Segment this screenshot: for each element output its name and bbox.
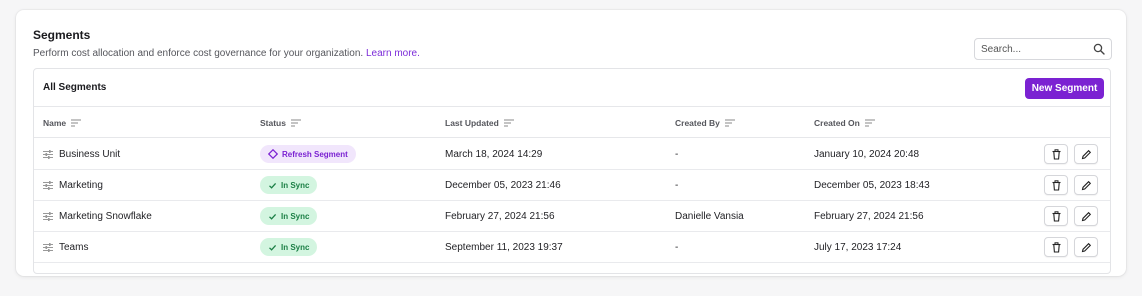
sliders-icon — [43, 212, 53, 221]
status-label: In Sync — [281, 242, 310, 252]
column-header-last-updated[interactable]: Last Updated — [445, 118, 514, 128]
column-header-created-on[interactable]: Created On — [814, 118, 875, 128]
edit-button[interactable] — [1074, 175, 1098, 195]
pencil-icon — [1081, 180, 1091, 190]
status-label: In Sync — [281, 180, 310, 190]
check-icon — [269, 182, 277, 189]
column-header-name[interactable]: Name — [43, 118, 82, 128]
delete-button[interactable] — [1044, 237, 1068, 257]
pencil-icon — [1081, 242, 1091, 252]
created-on: December 05, 2023 18:43 — [814, 180, 930, 191]
trash-icon — [1052, 210, 1060, 222]
created-by: - — [675, 242, 679, 253]
trash-icon — [1052, 179, 1060, 191]
last-updated: March 18, 2024 14:29 — [445, 149, 543, 160]
column-label: Created On — [814, 118, 860, 128]
delete-button[interactable] — [1044, 144, 1068, 164]
column-header-status[interactable]: Status — [260, 118, 301, 128]
sliders-icon — [43, 243, 53, 252]
table-title: All Segments — [43, 82, 107, 93]
sort-icon — [864, 119, 875, 127]
created-by: - — [675, 149, 679, 160]
status-label: In Sync — [281, 211, 310, 221]
last-updated: February 27, 2024 21:56 — [445, 211, 555, 222]
in-sync-badge: In Sync — [260, 207, 318, 225]
delete-button[interactable] — [1044, 206, 1068, 226]
check-icon — [269, 213, 277, 220]
segment-name[interactable]: Teams — [43, 242, 88, 253]
pencil-icon — [1081, 211, 1091, 221]
created-by: - — [675, 180, 679, 191]
created-on: January 10, 2024 20:48 — [814, 149, 920, 160]
sliders-icon — [43, 181, 53, 190]
in-sync-badge: In Sync — [260, 176, 318, 194]
created-on: July 17, 2023 17:24 — [814, 242, 902, 253]
in-sync-badge: In Sync — [260, 238, 318, 256]
edit-button[interactable] — [1074, 237, 1098, 257]
segment-name-label: Marketing — [59, 180, 103, 191]
pencil-icon — [1081, 149, 1091, 159]
refresh-diamond-icon — [268, 149, 278, 159]
segment-name-label: Business Unit — [59, 149, 121, 160]
sliders-icon — [43, 150, 53, 159]
table-row[interactable]: Marketing In Sync December 05, 2023 21:4… — [34, 170, 1110, 201]
refresh-segment-badge[interactable]: Refresh Segment — [260, 145, 356, 163]
column-label: Last Updated — [445, 118, 499, 128]
trash-icon — [1052, 148, 1060, 160]
table-header-bar: All Segments New Segment — [34, 69, 1110, 107]
edit-button[interactable] — [1074, 206, 1098, 226]
last-updated: September 11, 2023 19:37 — [445, 242, 563, 253]
status-label: Refresh Segment — [282, 149, 348, 159]
table-row[interactable]: Teams In Sync September 11, 2023 19:37 -… — [34, 232, 1110, 263]
search-input[interactable] — [975, 39, 1087, 59]
subtitle-text: Perform cost allocation and enforce cost… — [33, 48, 364, 59]
created-by: Danielle Vansia — [675, 211, 744, 222]
segments-card: Segments Perform cost allocation and enf… — [16, 10, 1126, 276]
page-title: Segments — [33, 28, 91, 42]
sort-icon — [724, 119, 735, 127]
new-segment-button[interactable]: New Segment — [1025, 78, 1104, 99]
segment-name-label: Teams — [59, 242, 89, 253]
column-header-created-by[interactable]: Created By — [675, 118, 735, 128]
column-headers: Name Status Last Updated Created By Crea… — [34, 108, 1110, 138]
page-subtitle: Perform cost allocation and enforce cost… — [33, 48, 420, 59]
delete-button[interactable] — [1044, 175, 1068, 195]
last-updated: December 05, 2023 21:46 — [445, 180, 561, 191]
segments-table: All Segments New Segment Name Status Las… — [33, 68, 1111, 274]
trash-icon — [1052, 241, 1060, 253]
edit-button[interactable] — [1074, 144, 1098, 164]
search-box[interactable] — [974, 38, 1112, 60]
search-icon[interactable] — [1093, 43, 1105, 55]
sort-icon — [71, 119, 82, 127]
column-label: Name — [43, 118, 67, 128]
segment-name[interactable]: Business Unit — [43, 149, 120, 160]
segment-name[interactable]: Marketing Snowflake — [43, 211, 152, 222]
learn-more-link[interactable]: Learn more. — [366, 48, 420, 59]
table-row[interactable]: Business Unit Refresh Segment March 18, … — [34, 139, 1110, 170]
segment-name[interactable]: Marketing — [43, 180, 103, 191]
sort-icon — [503, 119, 514, 127]
column-label: Created By — [675, 118, 720, 128]
column-label: Status — [260, 118, 286, 128]
check-icon — [269, 244, 277, 251]
created-on: February 27, 2024 21:56 — [814, 211, 924, 222]
table-row[interactable]: Marketing Snowflake In Sync February 27,… — [34, 201, 1110, 232]
sort-icon — [290, 119, 301, 127]
segment-name-label: Marketing Snowflake — [59, 211, 152, 222]
